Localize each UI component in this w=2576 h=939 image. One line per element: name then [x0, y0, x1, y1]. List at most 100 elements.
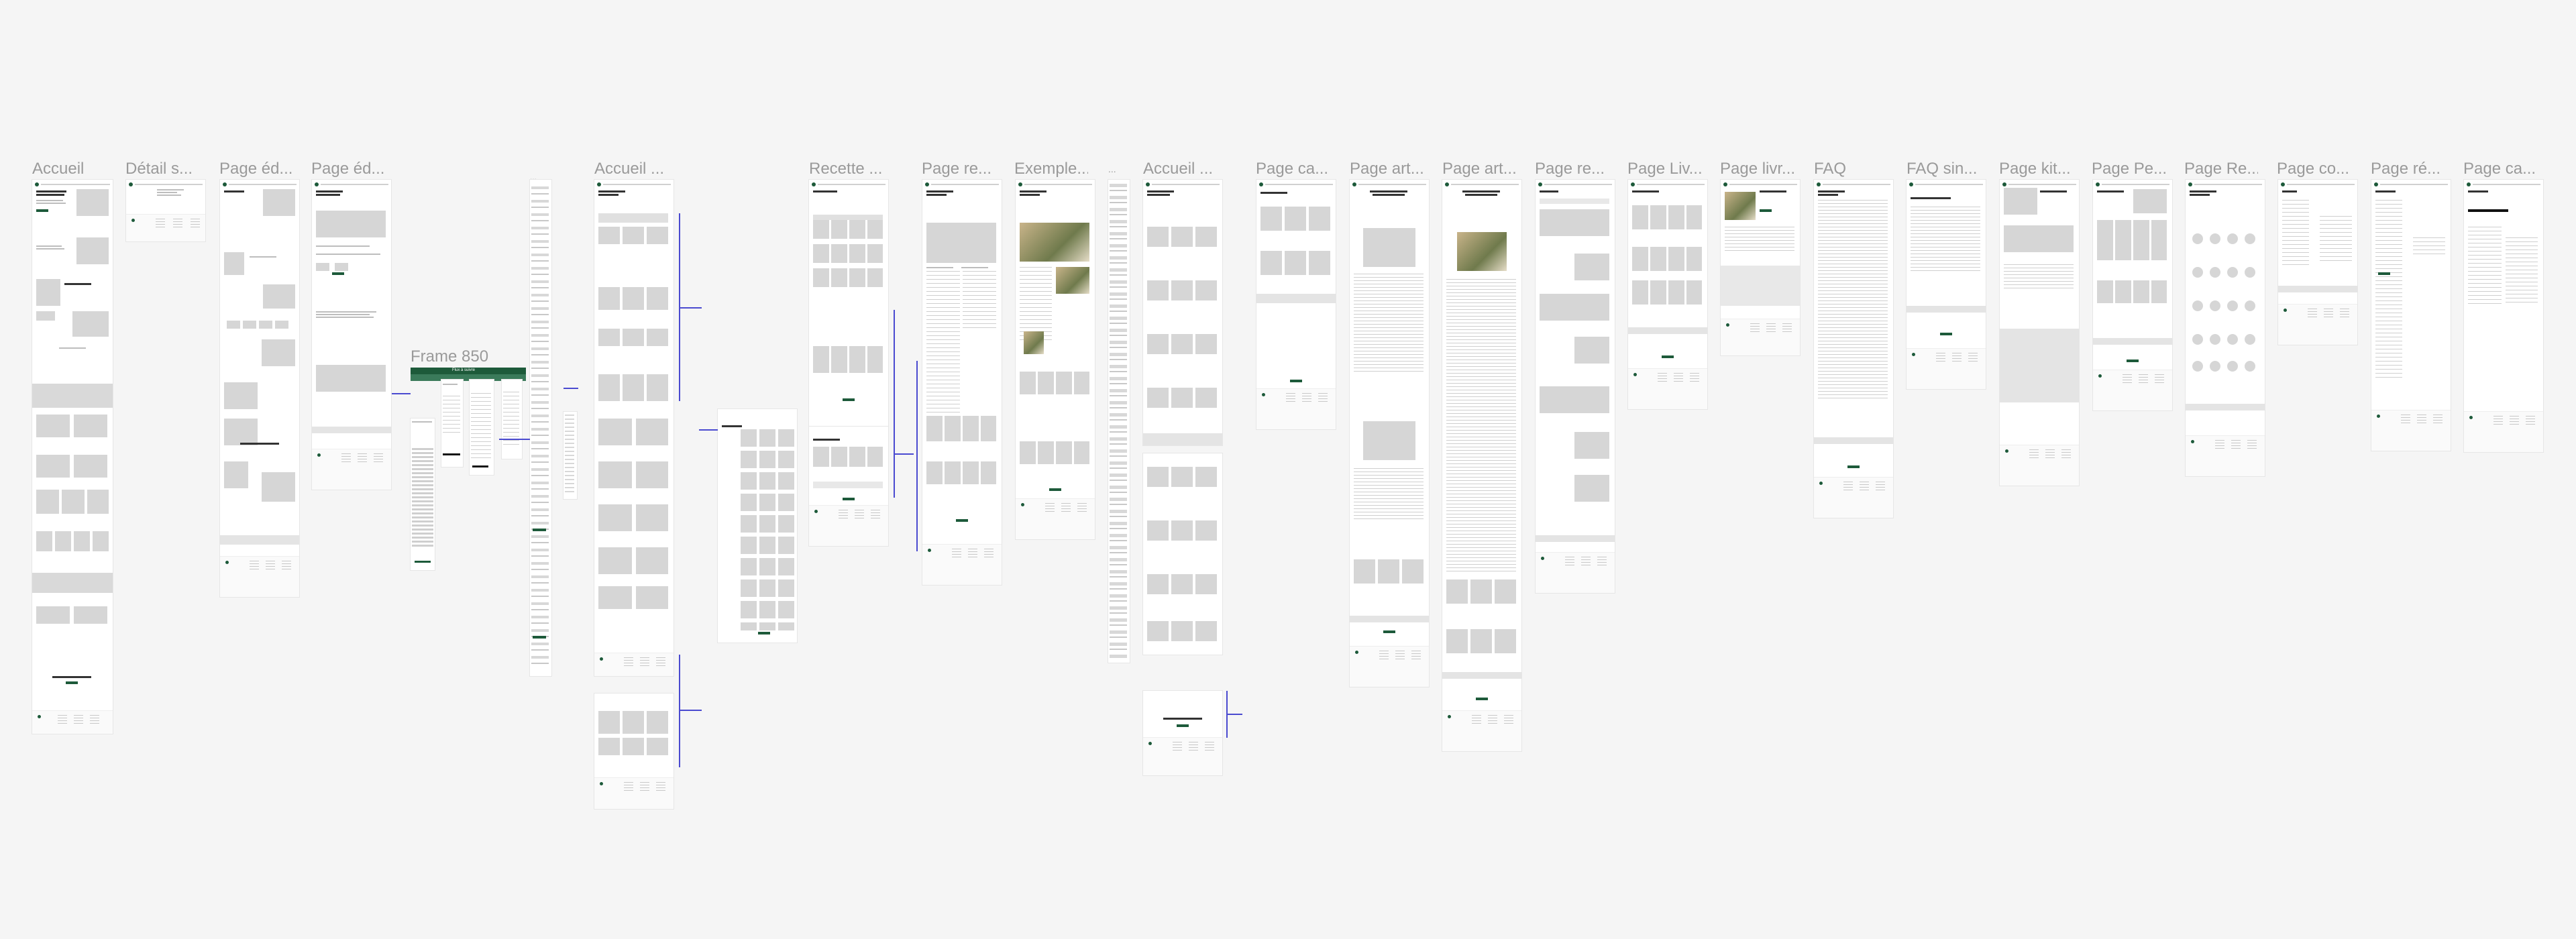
frame-label-page-kit[interactable]: Page kit... — [1999, 160, 2073, 178]
logo-icon — [1817, 182, 1821, 186]
prototype-connector[interactable] — [392, 393, 411, 394]
logo-icon — [2467, 182, 2471, 186]
frame-page-people[interactable] — [2186, 180, 2265, 476]
frame-page-ca-1[interactable] — [1256, 180, 1336, 429]
logo-icon — [2374, 182, 2378, 186]
logo-icon — [1018, 182, 1022, 186]
frame-label-recette[interactable]: Recette ... — [809, 160, 890, 178]
logo-icon — [1909, 182, 1913, 186]
frame-page-co[interactable] — [2278, 180, 2357, 345]
frame-narrow-2[interactable] — [1108, 180, 1130, 663]
frame-label-accueil-3[interactable]: Accueil ... — [1143, 160, 1217, 178]
frame-label-frame-850[interactable]: Frame 850 — [411, 347, 525, 366]
logo-icon — [1723, 182, 1727, 186]
frame-label-exemple[interactable]: Exemple... — [1014, 160, 1088, 178]
frame-label-page-co[interactable]: Page co... — [2277, 160, 2351, 178]
frame-detail[interactable] — [126, 180, 205, 241]
frame-page-res[interactable] — [2371, 180, 2451, 451]
frame-page-cart[interactable] — [2464, 180, 2543, 452]
prototype-connector[interactable] — [564, 388, 578, 389]
logo-icon — [2096, 182, 2100, 186]
frame-faq-sin[interactable] — [1907, 180, 1986, 389]
logo-icon — [1352, 182, 1356, 186]
prototype-connector[interactable] — [679, 710, 702, 711]
prototype-connector[interactable] — [1226, 714, 1242, 715]
frame-page-art-1[interactable] — [1350, 180, 1429, 687]
frame-page-liv[interactable] — [1628, 180, 1707, 409]
prototype-connector[interactable] — [916, 361, 918, 551]
prototype-connector[interactable] — [679, 307, 702, 309]
logo-icon — [1146, 182, 1150, 186]
prototype-connector[interactable] — [699, 429, 718, 431]
book-cover — [1725, 192, 1756, 220]
frame-label-faq-sin[interactable]: FAQ sin... — [1907, 160, 1980, 178]
prototype-connector[interactable] — [894, 453, 914, 455]
frame-page-kit[interactable] — [2000, 180, 2079, 486]
frame-accueil[interactable] — [32, 180, 113, 734]
frame-recette-bottom[interactable] — [809, 427, 888, 546]
logo-icon — [223, 182, 227, 186]
frame-850-mini-2[interactable] — [441, 380, 463, 467]
frame-label-accueil-2[interactable]: Accueil ... — [594, 160, 668, 178]
frame-page-livr[interactable] — [1721, 180, 1800, 355]
frame-label-page-art-1[interactable]: Page art... — [1350, 160, 1424, 178]
frame-label-page-edition-1[interactable]: Page éd... — [219, 160, 293, 178]
logo-icon — [1259, 182, 1263, 186]
logo-icon — [812, 182, 816, 186]
frame-label-faq[interactable]: FAQ — [1814, 160, 1888, 178]
frame-label-page-ca-1[interactable]: Page ca... — [1256, 160, 1330, 178]
frame-label-page-re-4[interactable]: Page ré... — [2371, 160, 2445, 178]
frame-label-page-edition-2[interactable]: Page éd... — [311, 160, 385, 178]
frame-label-detail[interactable]: Détail s... — [125, 160, 193, 178]
recipe-photo — [1020, 223, 1089, 262]
frame-label-page-liv[interactable]: Page Liv... — [1627, 160, 1701, 178]
logo-icon — [2002, 182, 2006, 186]
prototype-connector[interactable] — [499, 439, 530, 440]
logo-icon — [1538, 182, 1542, 186]
frame-accueil-grid[interactable] — [594, 180, 674, 676]
frame-accueil-2-footer[interactable] — [1143, 691, 1222, 775]
frame-header — [35, 182, 110, 186]
prototype-connector[interactable] — [894, 310, 895, 498]
frame-label-page-re-2[interactable]: Page re... — [1535, 160, 1609, 178]
frame-850-mini-3[interactable] — [470, 380, 494, 475]
logo-icon — [35, 182, 39, 186]
frame-850[interactable]: Flux à suivre — [411, 368, 526, 381]
frame-page-edition-2[interactable] — [312, 180, 391, 490]
frame-page-art-2[interactable] — [1442, 180, 1521, 751]
frame-accueil-2[interactable] — [1143, 180, 1222, 445]
frame-label-narrow-2[interactable]: ... — [1108, 160, 1128, 178]
frame-narrow[interactable] — [530, 180, 551, 676]
frame-page-pe[interactable] — [2093, 180, 2172, 410]
frame-label-page-re-1[interactable]: Page re... — [922, 160, 996, 178]
logo-icon — [597, 182, 601, 186]
flux-button[interactable]: Flux à suivre — [452, 368, 475, 372]
logo-icon — [129, 182, 133, 186]
frame-accueil-grid-bottom[interactable] — [594, 694, 674, 809]
frame-label-page-livr[interactable]: Page livr... — [1720, 160, 1794, 178]
frame-exemple[interactable] — [1016, 180, 1095, 539]
logo-icon — [315, 182, 319, 186]
frame-faq[interactable] — [1814, 180, 1893, 518]
frame-label-page-art-2[interactable]: Page art... — [1442, 160, 1516, 178]
logo-icon — [2188, 182, 2192, 186]
logo-icon — [1445, 182, 1449, 186]
frame-narrow-mini[interactable] — [564, 412, 577, 499]
frame-850-mini-1[interactable] — [411, 419, 435, 570]
article-photo — [1457, 232, 1507, 271]
frame-label-accueil[interactable]: Accueil — [32, 160, 121, 178]
design-canvas[interactable]: Accueil Détail s... Page éd... Page éd..… — [0, 0, 2576, 939]
logo-icon — [925, 182, 929, 186]
frame-label-page-pe[interactable]: Page Pe... — [2092, 160, 2165, 178]
frame-label-page-ca-2[interactable]: Page ca... — [2463, 160, 2537, 178]
frame-page-re-1[interactable] — [922, 180, 1002, 585]
frame-label-page-re-3[interactable]: Page Re... — [2184, 160, 2258, 178]
prototype-connector[interactable] — [679, 655, 680, 767]
frame-accueil-2-bottom[interactable] — [1143, 453, 1222, 655]
logo-icon — [1631, 182, 1635, 186]
frame-850-mini-4[interactable] — [502, 380, 522, 459]
frame-page-edition-1[interactable] — [220, 180, 299, 597]
logo-icon — [2281, 182, 2285, 186]
frame-page-re-2[interactable] — [1536, 180, 1615, 593]
frame-grid-mid[interactable] — [718, 409, 797, 643]
